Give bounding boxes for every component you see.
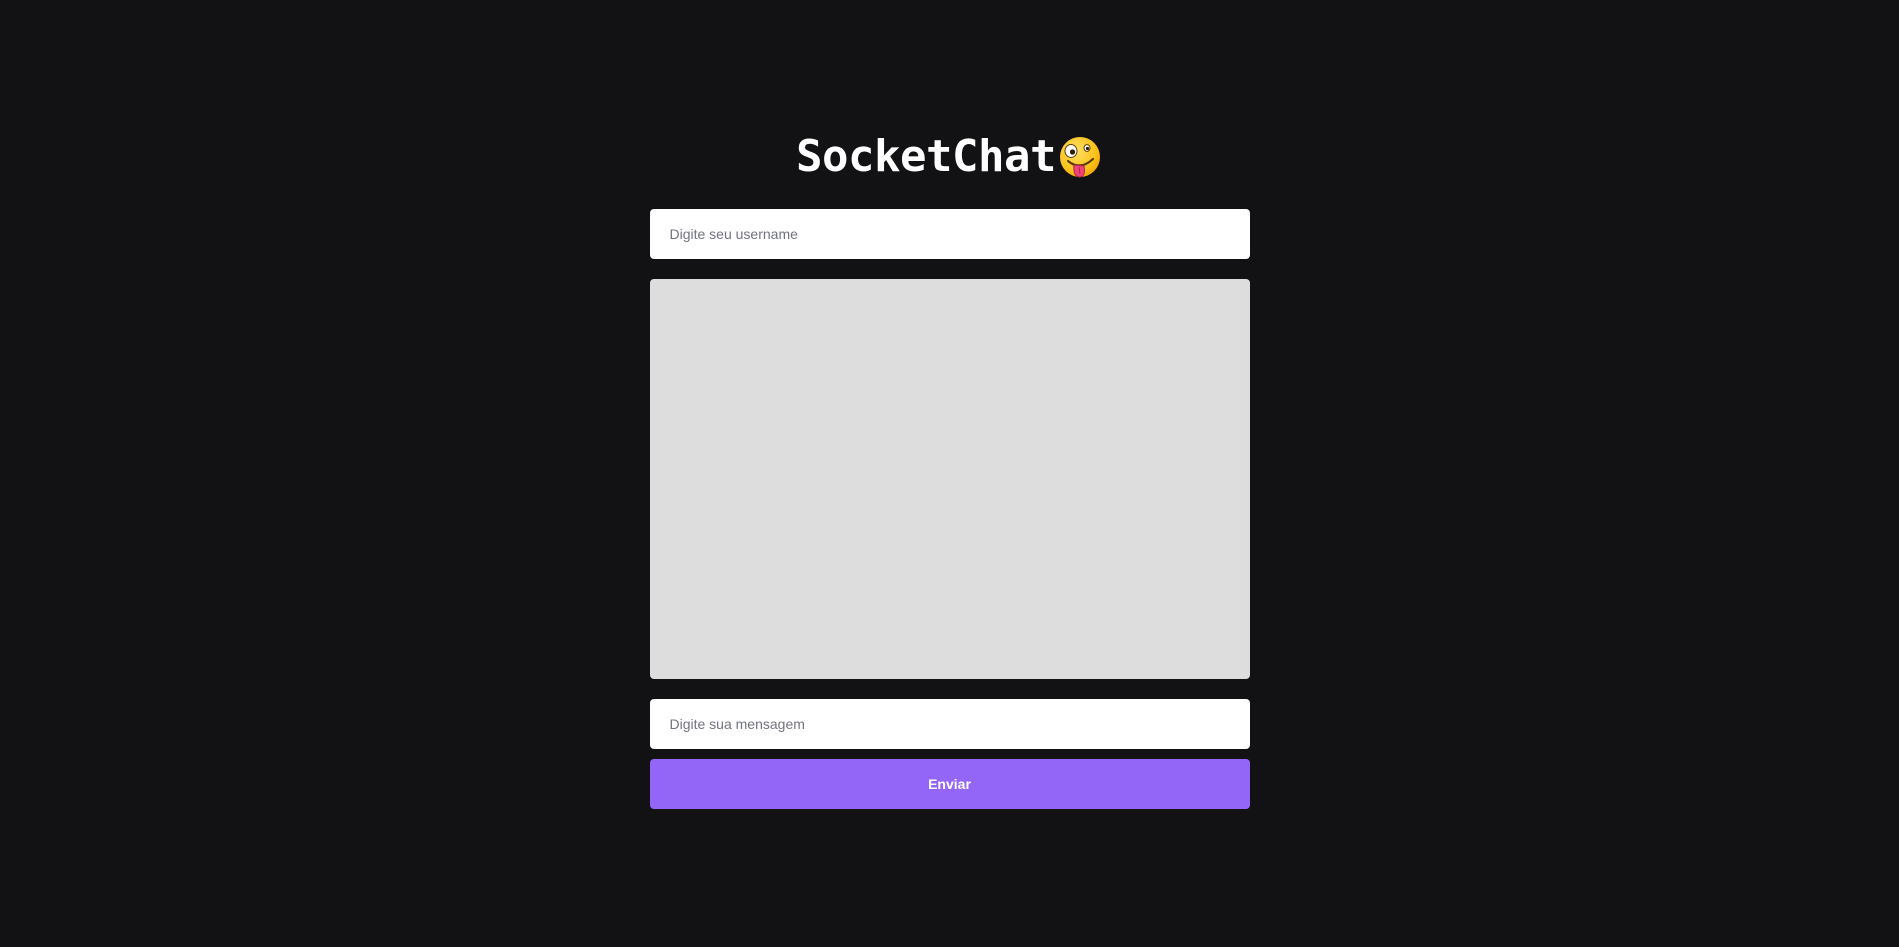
username-input[interactable] [649,209,1250,259]
zany-face-emoji-icon [1057,135,1103,181]
header: SocketChat [650,131,1250,183]
messages-panel[interactable] [649,279,1250,679]
message-input[interactable] [649,699,1250,749]
app-title: SocketChat [796,131,1056,182]
send-button[interactable]: Enviar [649,759,1250,809]
chat-app: SocketChat Digite seu username Digite su… [649,0,1250,809]
